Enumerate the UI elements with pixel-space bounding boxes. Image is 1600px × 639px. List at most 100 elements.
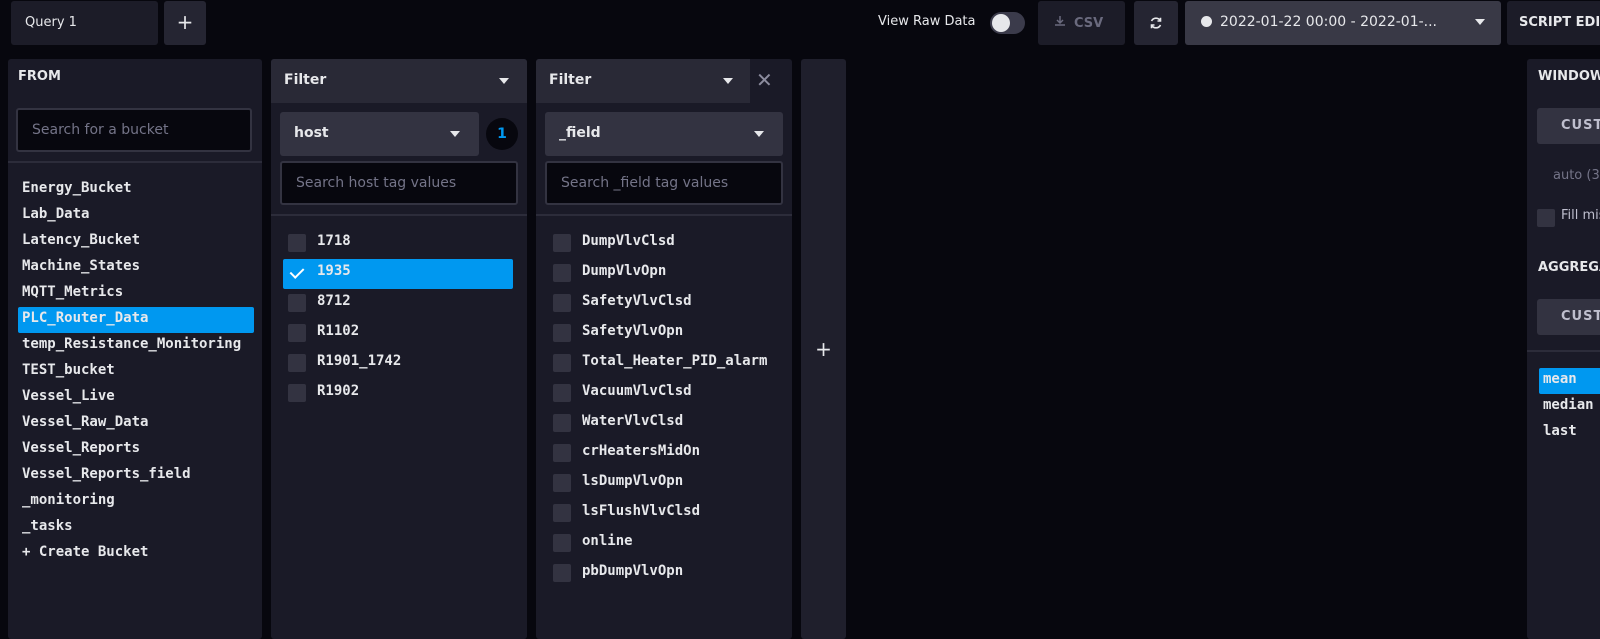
bucket-item[interactable]: Latency_Bucket — [18, 229, 254, 255]
bucket-item[interactable]: TEST_bucket — [18, 359, 254, 385]
tag-key-label: _field — [559, 125, 601, 141]
field-value-item[interactable]: lsDumpVlvOpn — [548, 469, 778, 499]
bucket-item[interactable]: Vessel_Reports_field — [18, 463, 254, 489]
query-tab[interactable]: Query 1 — [11, 1, 158, 45]
bucket-search-input[interactable]: Search for a bucket — [16, 108, 252, 152]
host-value-item[interactable]: 8712 — [283, 289, 513, 319]
host-value-item[interactable]: 1935 — [283, 259, 513, 289]
window-auto-option[interactable]: auto (3 — [1553, 168, 1600, 183]
host-value-item-label: 8712 — [317, 293, 351, 309]
checkbox[interactable] — [553, 294, 571, 312]
divider — [271, 214, 527, 216]
field-value-item[interactable]: Total_Heater_PID_alarm — [548, 349, 778, 379]
aggregate-function-item-label: median — [1543, 397, 1594, 413]
bucket-item[interactable]: Vessel_Raw_Data — [18, 411, 254, 437]
window-period-label: WINDOW PERIOD — [1538, 69, 1600, 84]
checkbox[interactable] — [553, 564, 571, 582]
checkbox[interactable] — [553, 234, 571, 252]
bucket-item[interactable]: Vessel_Reports — [18, 437, 254, 463]
field-value-item-label: pbDumpVlvOpn — [582, 563, 684, 579]
filter-panel-host: Filter host 1 Search host tag values 171… — [271, 59, 527, 639]
bucket-item-label: _tasks — [22, 518, 73, 534]
tag-key-select[interactable]: _field — [545, 112, 783, 156]
checkbox[interactable] — [553, 414, 571, 432]
field-value-item[interactable]: lsFlushVlvClsd — [548, 499, 778, 529]
bucket-item[interactable]: Lab_Data — [18, 203, 254, 229]
host-value-item[interactable]: R1902 — [283, 379, 513, 409]
host-search-input[interactable]: Search host tag values — [280, 161, 518, 205]
aggregate-custom-button[interactable]: CUSTOM — [1537, 299, 1600, 335]
aggregate-function-label: AGGREGATE FUNCTION — [1538, 260, 1600, 275]
checkbox[interactable] — [288, 384, 306, 402]
filter-header[interactable]: Filter — [536, 59, 750, 103]
bucket-item-label: temp_Resistance_Monitoring — [22, 336, 242, 352]
field-value-item-label: lsFlushVlvClsd — [582, 503, 701, 519]
checkbox[interactable] — [553, 264, 571, 282]
bucket-item[interactable]: + Create Bucket — [18, 541, 254, 567]
script-editor-button[interactable]: SCRIPT EDITOR — [1507, 1, 1600, 45]
checkbox[interactable] — [553, 504, 571, 522]
aggregate-function-item[interactable]: last — [1539, 420, 1600, 446]
checkbox[interactable] — [288, 294, 306, 312]
field-value-item[interactable]: WaterVlvClsd — [548, 409, 778, 439]
csv-label: CSV — [1074, 16, 1104, 31]
time-range-dropdown[interactable]: 2022-01-22 00:00 - 2022-01-... — [1185, 1, 1501, 45]
checkbox-checked[interactable] — [288, 264, 306, 282]
bucket-item[interactable]: Machine_States — [18, 255, 254, 281]
field-value-item[interactable]: pbDumpVlvOpn — [548, 559, 778, 589]
field-value-item-label: WaterVlvClsd — [582, 413, 684, 429]
close-icon[interactable]: ✕ — [756, 68, 773, 92]
host-value-item-label: 1718 — [317, 233, 351, 249]
field-value-item[interactable]: DumpVlvOpn — [548, 259, 778, 289]
checkbox[interactable] — [288, 354, 306, 372]
fill-missing-checkbox[interactable] — [1537, 209, 1555, 227]
aggregate-function-item-label: mean — [1543, 371, 1577, 387]
bucket-item[interactable]: _monitoring — [18, 489, 254, 515]
aggregate-panel: WINDOW PERIOD CUSTOM auto (3 Fill missin… — [1527, 59, 1600, 639]
host-value-item[interactable]: R1901_1742 — [283, 349, 513, 379]
checkbox[interactable] — [553, 354, 571, 372]
checkbox[interactable] — [553, 444, 571, 462]
checkbox[interactable] — [553, 474, 571, 492]
field-value-item[interactable]: SafetyVlvClsd — [548, 289, 778, 319]
selected-count-badge: 1 — [486, 118, 518, 150]
field-value-item[interactable]: crHeatersMidOn — [548, 439, 778, 469]
field-value-item[interactable]: SafetyVlvOpn — [548, 319, 778, 349]
bucket-item-label: Lab_Data — [22, 206, 90, 222]
chevron-down-icon — [754, 131, 764, 137]
checkbox[interactable] — [288, 324, 306, 342]
toggle-knob — [992, 14, 1010, 32]
host-value-item[interactable]: 1718 — [283, 229, 513, 259]
field-value-item[interactable]: VacuumVlvClsd — [548, 379, 778, 409]
bucket-item-label: Machine_States — [22, 258, 141, 274]
filter-header[interactable]: Filter — [271, 59, 527, 103]
add-filter-column-button[interactable]: + — [801, 59, 846, 639]
window-custom-button[interactable]: CUSTOM — [1537, 108, 1600, 144]
field-value-item-label: DumpVlvOpn — [582, 263, 667, 279]
bucket-item[interactable]: temp_Resistance_Monitoring — [18, 333, 254, 359]
chevron-down-icon — [450, 131, 460, 137]
aggregate-function-item[interactable]: median — [1539, 394, 1600, 420]
refresh-button[interactable] — [1134, 1, 1178, 45]
checkbox[interactable] — [288, 234, 306, 252]
csv-button[interactable]: CSV — [1038, 1, 1125, 45]
download-icon — [1054, 15, 1066, 31]
field-value-item[interactable]: online — [548, 529, 778, 559]
field-search-input[interactable]: Search _field tag values — [545, 161, 783, 205]
bucket-item[interactable]: Vessel_Live — [18, 385, 254, 411]
bucket-item[interactable]: MQTT_Metrics — [18, 281, 254, 307]
bucket-item[interactable]: _tasks — [18, 515, 254, 541]
tag-key-select[interactable]: host — [280, 112, 479, 156]
bucket-item-label: PLC_Router_Data — [22, 310, 149, 326]
checkbox[interactable] — [553, 324, 571, 342]
bucket-item[interactable]: PLC_Router_Data — [18, 307, 254, 333]
field-value-item[interactable]: DumpVlvClsd — [548, 229, 778, 259]
add-query-button[interactable]: + — [164, 1, 206, 45]
bucket-item[interactable]: Energy_Bucket — [18, 177, 254, 203]
host-value-item[interactable]: R1102 — [283, 319, 513, 349]
bucket-item-label: Vessel_Reports_field — [22, 466, 191, 482]
view-raw-data-toggle[interactable] — [990, 12, 1025, 34]
checkbox[interactable] — [553, 384, 571, 402]
checkbox[interactable] — [553, 534, 571, 552]
aggregate-function-item[interactable]: mean — [1539, 368, 1600, 394]
